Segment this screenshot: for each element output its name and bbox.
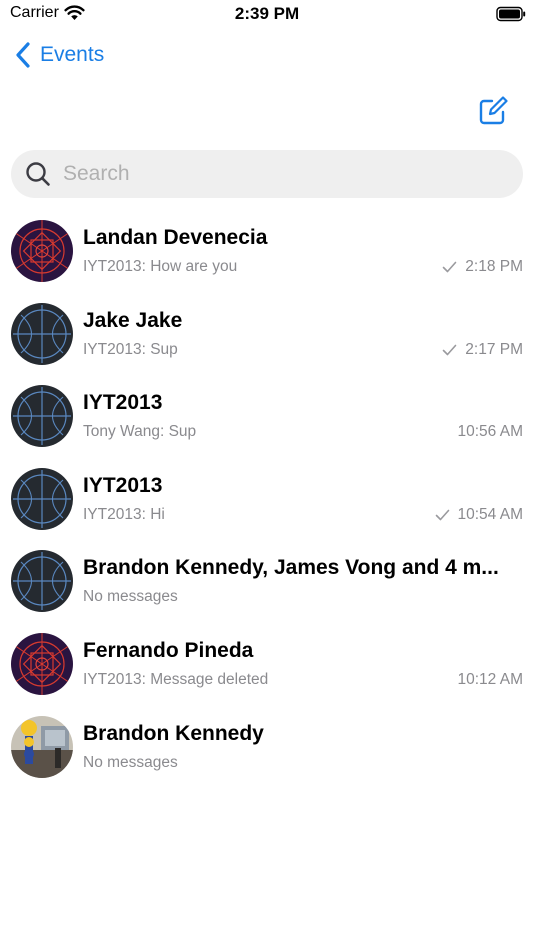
avatar <box>11 632 73 695</box>
avatar-dark-circle-pattern <box>11 550 73 613</box>
conversation-time: 2:17 PM <box>465 340 523 358</box>
conversation-row[interactable]: Brandon Kennedy, James Vong and 4 m... N… <box>0 550 534 633</box>
search-icon <box>26 162 50 186</box>
conversation-title: Fernando Pineda <box>83 638 254 662</box>
conversation-meta: 2:18 PM <box>442 258 523 276</box>
conversation-row[interactable]: Landan Devenecia IYT2013: How are you 2:… <box>0 220 534 303</box>
compose-icon[interactable] <box>478 96 508 126</box>
avatar-dark-circle-pattern <box>11 302 73 365</box>
avatar <box>11 550 73 613</box>
back-label: Events <box>40 43 105 66</box>
conversation-title: IYT2013 <box>83 391 163 415</box>
read-check-icon <box>442 344 457 355</box>
conversation-title: Brandon Kennedy, James Vong and 4 m... <box>83 556 499 580</box>
conversation-time: 2:18 PM <box>465 258 523 275</box>
conversation-preview: Tony Wang: Sup <box>83 423 197 441</box>
avatar-dark-circle-pattern <box>11 467 73 530</box>
conversation-preview: IYT2013: Message deleted <box>83 670 269 688</box>
avatar-dark-circle-pattern <box>11 385 73 448</box>
conversation-row[interactable]: IYT2013 IYT2013: Hi 10:54 AM <box>0 467 534 551</box>
conversation-list: Landan Devenecia IYT2013: How are you 2:… <box>0 220 534 798</box>
conversation-preview: IYT2013: How are you <box>83 258 238 275</box>
chevron-left-icon <box>16 42 30 68</box>
search-input[interactable] <box>61 161 485 187</box>
conversation-meta: 2:17 PM <box>442 341 523 359</box>
conversation-preview: IYT2013: Sup <box>83 340 178 358</box>
conversation-row[interactable]: Jake Jake IYT2013: Sup 2:17 PM <box>0 302 534 386</box>
conversation-title: Jake Jake <box>83 308 183 332</box>
avatar-photo <box>11 715 73 778</box>
avatar <box>11 220 73 282</box>
conversation-time: 10:56 AM <box>457 423 524 441</box>
avatar <box>11 467 73 530</box>
read-check-icon <box>442 261 457 273</box>
avatar-purple-pattern <box>11 632 73 695</box>
conversation-meta: 10:56 AM <box>458 423 524 441</box>
battery-icon <box>496 6 526 22</box>
status-time: 2:39 PM <box>234 4 300 23</box>
avatar <box>11 385 73 448</box>
conversation-title: Brandon Kennedy <box>83 721 264 745</box>
avatar <box>11 715 73 778</box>
conversation-meta: 10:12 AM <box>458 671 524 689</box>
status-bar: Carrier 2:39 PM <box>0 0 534 30</box>
avatar <box>11 302 73 365</box>
conversation-row[interactable]: Brandon Kennedy No messages <box>0 715 534 799</box>
back-button[interactable]: Events <box>14 38 104 72</box>
conversation-time: 10:12 AM <box>457 670 524 688</box>
conversation-row[interactable]: IYT2013 Tony Wang: Sup 10:56 AM <box>0 385 534 468</box>
conversation-time: 10:54 AM <box>457 505 524 523</box>
conversation-preview: No messages <box>83 753 178 771</box>
conversation-title: IYT2013 <box>83 473 163 497</box>
conversation-meta: 10:54 AM <box>435 505 524 524</box>
avatar-purple-pattern <box>11 220 73 282</box>
conversation-preview: No messages <box>83 588 178 606</box>
conversation-row[interactable]: Fernando Pineda IYT2013: Message deleted… <box>0 632 534 716</box>
search-bar[interactable] <box>11 150 523 198</box>
conversation-preview: IYT2013: Hi <box>83 505 165 523</box>
read-check-icon <box>435 509 449 521</box>
conversation-title: Landan Devenecia <box>83 226 268 249</box>
